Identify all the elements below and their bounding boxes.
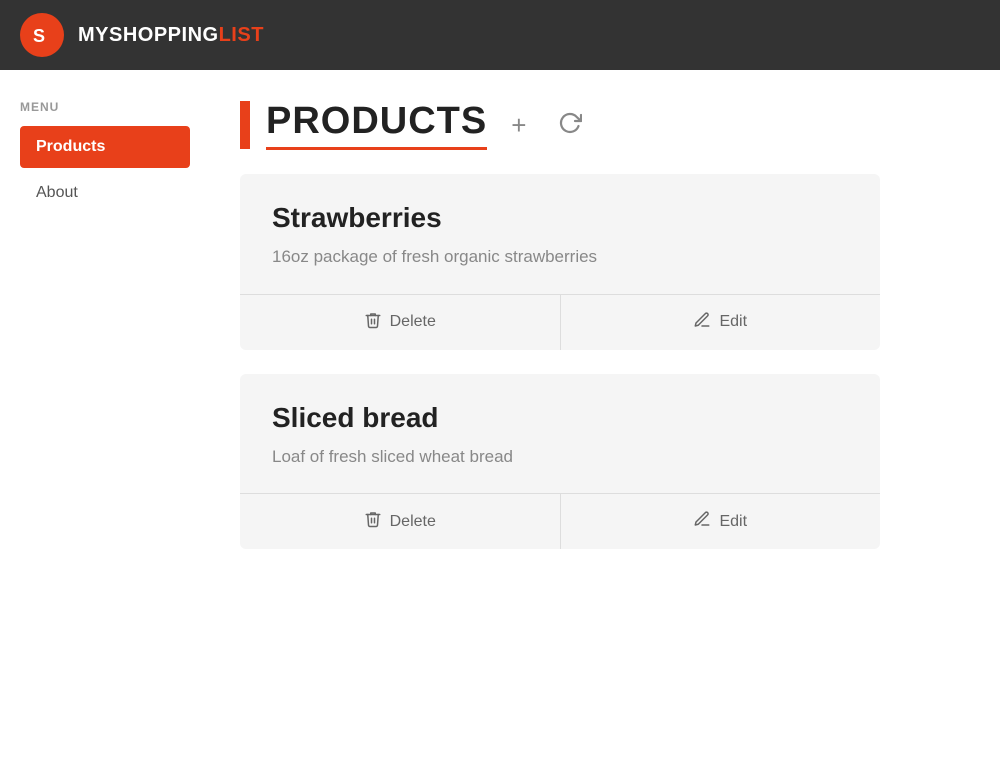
- edit-strawberries-label: Edit: [719, 313, 747, 331]
- refresh-icon: [558, 111, 582, 135]
- page-title: PRODUCTS: [266, 100, 487, 150]
- edit-sliced-bread-label: Edit: [719, 513, 747, 531]
- sidebar-item-about[interactable]: About: [20, 172, 190, 214]
- product-name-sliced-bread: Sliced bread: [272, 402, 848, 434]
- sidebar-item-products[interactable]: Products: [20, 126, 190, 168]
- main-content: PRODUCTS + Strawberries 16oz package of …: [210, 100, 1000, 549]
- header: S MYSHOPPINGLIST: [0, 0, 1000, 70]
- refresh-button[interactable]: [550, 107, 590, 143]
- add-product-button[interactable]: +: [503, 108, 534, 142]
- product-desc-sliced-bread: Loaf of fresh sliced wheat bread: [272, 444, 848, 470]
- edit-svg: [693, 311, 711, 329]
- trash-icon: [364, 311, 382, 334]
- trash-svg: [364, 311, 382, 329]
- product-info-sliced-bread: Sliced bread Loaf of fresh sliced wheat …: [240, 374, 880, 494]
- card-actions-sliced-bread: Delete Edit: [240, 493, 880, 549]
- svg-text:S: S: [33, 26, 45, 46]
- delete-strawberries-label: Delete: [390, 313, 436, 331]
- product-card-sliced-bread: Sliced bread Loaf of fresh sliced wheat …: [240, 374, 880, 550]
- sidebar: MENU Products About: [0, 100, 210, 549]
- menu-label: MENU: [20, 100, 190, 114]
- title-accent-bar: [240, 101, 250, 149]
- delete-sliced-bread-button[interactable]: Delete: [240, 494, 560, 549]
- product-card-strawberries: Strawberries 16oz package of fresh organ…: [240, 174, 880, 350]
- edit-icon-bread: [693, 510, 711, 533]
- product-desc-strawberries: 16oz package of fresh organic strawberri…: [272, 244, 848, 270]
- brand-name: MYSHOPPINGLIST: [78, 24, 264, 47]
- logo-icon: S: [20, 13, 64, 57]
- product-name-strawberries: Strawberries: [272, 202, 848, 234]
- delete-sliced-bread-label: Delete: [390, 513, 436, 531]
- trash-icon-bread: [364, 510, 382, 533]
- edit-icon: [693, 311, 711, 334]
- delete-strawberries-button[interactable]: Delete: [240, 295, 560, 350]
- edit-strawberries-button[interactable]: Edit: [560, 295, 881, 350]
- page-title-row: PRODUCTS +: [240, 100, 970, 150]
- product-info-strawberries: Strawberries 16oz package of fresh organ…: [240, 174, 880, 294]
- edit-sliced-bread-button[interactable]: Edit: [560, 494, 881, 549]
- card-actions-strawberries: Delete Edit: [240, 294, 880, 350]
- layout: MENU Products About PRODUCTS + Strawberr…: [0, 70, 1000, 579]
